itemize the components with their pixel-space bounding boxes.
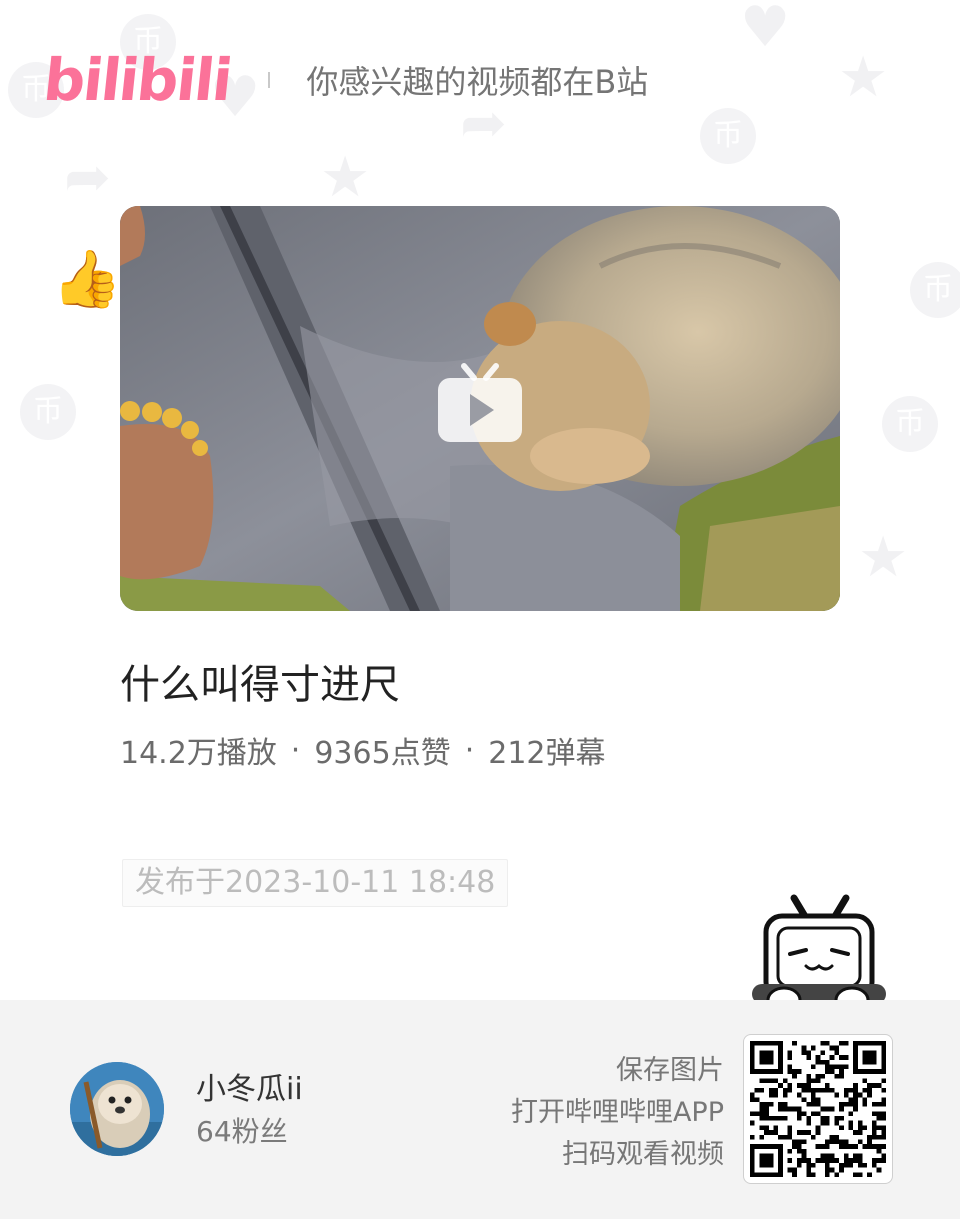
coin-watermark-icon: 币	[882, 396, 938, 452]
stats-separator: ·	[290, 732, 301, 768]
video-title: 什么叫得寸进尺	[120, 662, 400, 708]
qr-code-image	[750, 1041, 886, 1177]
share-watermark-icon: ➦	[64, 145, 111, 210]
header-slogan: 你感兴趣的视频都在B站	[306, 63, 649, 101]
star-watermark-icon: ★	[320, 145, 371, 210]
video-stats: 14.2万播放 · 9365点赞 · 212弹幕	[120, 728, 606, 772]
star-watermark-icon: ★	[838, 45, 889, 110]
qr-code[interactable]	[743, 1034, 893, 1184]
tip-open-app: 打开哔哩哔哩APP	[510, 1097, 724, 1128]
share-card: 币 币 币 币 币 币 ★ ★ ★ ♥ ♥ ➦ ➦ 👍 bilibili 你感兴…	[0, 0, 960, 1219]
author-avatar[interactable]	[70, 1062, 164, 1156]
star-watermark-icon: ★	[858, 525, 909, 590]
coin-watermark-icon: 币	[700, 108, 756, 164]
heart-watermark-icon: ♥	[740, 0, 791, 60]
play-count: 14.2万播放	[120, 736, 277, 771]
bilibili-logo: bilibili	[40, 46, 234, 114]
danmaku-count: 212弹幕	[488, 736, 606, 771]
header-divider	[268, 72, 271, 88]
like-count: 9365点赞	[314, 736, 451, 771]
author-fans: 64粉丝	[196, 1115, 288, 1148]
tip-scan: 扫码观看视频	[562, 1139, 724, 1170]
qr-tips: 保存图片 打开哔哩哔哩APP 扫码观看视频	[511, 1050, 724, 1176]
tip-save-image: 保存图片	[616, 1055, 724, 1086]
play-button[interactable]	[436, 362, 524, 444]
author-name[interactable]: 小冬瓜ii	[196, 1064, 303, 1108]
video-thumbnail[interactable]	[120, 206, 840, 611]
thumb-watermark-icon: 👍	[52, 247, 122, 312]
publish-time: 发布于2023-10-11 18:48	[122, 859, 509, 907]
share-footer: 小冬瓜ii 64粉丝 保存图片 打开哔哩哔哩APP 扫码观看视频	[0, 1000, 960, 1219]
coin-watermark-icon: 币	[910, 262, 960, 318]
play-icon	[438, 363, 522, 442]
stats-separator: ·	[464, 732, 475, 768]
header: bilibili 你感兴趣的视频都在B站	[40, 40, 649, 120]
coin-watermark-icon: 币	[20, 384, 76, 440]
